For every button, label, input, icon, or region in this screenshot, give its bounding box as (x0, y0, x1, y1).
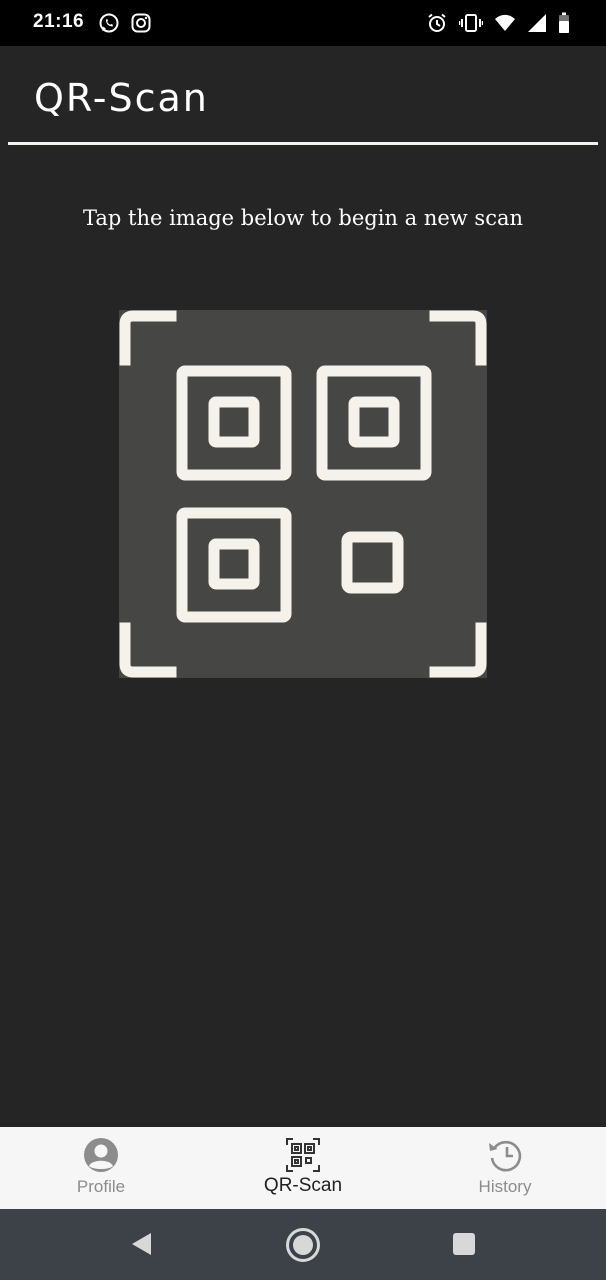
nav-label-profile: Profile (76, 1177, 126, 1196)
bottom-nav: Profile QR-Scan History (0, 1127, 606, 1209)
status-left-icons (98, 12, 152, 34)
status-time: 21:16 (33, 11, 85, 32)
status-right-icons (426, 12, 570, 34)
profile-icon (84, 1138, 118, 1172)
scan-instruction: Tap the image below to begin a new scan (82, 206, 524, 230)
whatsapp-icon (98, 12, 120, 34)
alarm-icon (426, 12, 448, 34)
instagram-icon (130, 12, 152, 34)
history-icon (489, 1140, 522, 1172)
back-icon (132, 1233, 151, 1255)
wifi-icon (494, 13, 516, 33)
home-icon (286, 1228, 320, 1262)
nav-label-history: History (478, 1177, 532, 1196)
qr-scan-icon (286, 1138, 320, 1172)
battery-icon (558, 12, 570, 34)
qr-code-icon (119, 310, 487, 678)
header-divider (8, 142, 598, 145)
status-bar: 21:16 (0, 0, 606, 46)
signal-icon (527, 13, 547, 33)
nav-item-qr-scan[interactable]: QR-Scan (202, 1127, 404, 1209)
nav-item-history[interactable]: History (404, 1127, 606, 1209)
recents-button[interactable] (452, 1232, 476, 1256)
vibrate-icon (459, 12, 483, 34)
nav-item-profile[interactable]: Profile (0, 1127, 202, 1209)
home-button[interactable] (285, 1227, 321, 1263)
app-header: QR-Scan (0, 46, 606, 146)
start-scan-button[interactable] (119, 310, 487, 678)
system-nav-bar (0, 1209, 606, 1280)
nav-label-qr-scan: QR-Scan (263, 1175, 343, 1196)
back-button[interactable] (128, 1228, 154, 1260)
recents-icon (453, 1233, 475, 1255)
page-title: QR-Scan (34, 76, 209, 120)
